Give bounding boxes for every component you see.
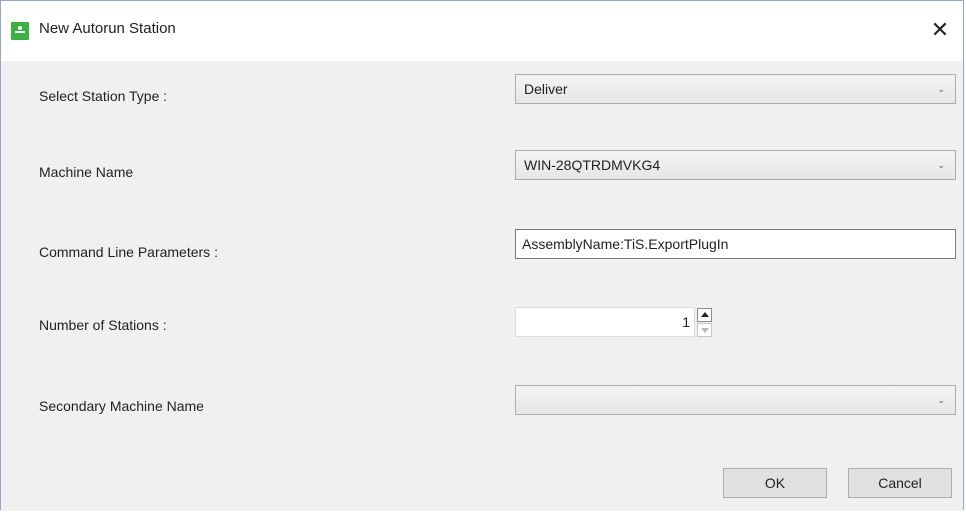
close-button[interactable]: ✕	[925, 15, 955, 45]
num-stations-stepper	[515, 307, 719, 337]
machine-name-value: WIN-28QTRDMVKG4	[524, 157, 661, 173]
title-bar: New Autorun Station ✕	[1, 1, 963, 61]
station-type-label: Select Station Type :	[39, 88, 168, 104]
spin-up-icon[interactable]	[697, 308, 712, 322]
chevron-down-icon: ⌄	[937, 84, 945, 94]
chevron-down-icon: ⌄	[937, 160, 945, 170]
spin-down-icon[interactable]	[697, 323, 712, 337]
num-stations-label: Number of Stations :	[39, 317, 167, 333]
form-body	[1, 61, 963, 511]
new-autorun-station-dialog: New Autorun Station ✕ Select Station Typ…	[0, 0, 964, 511]
window-title: New Autorun Station	[39, 20, 176, 37]
machine-name-label: Machine Name	[39, 164, 134, 180]
app-icon	[11, 22, 29, 40]
station-type-dropdown[interactable]: Deliver ⌄	[515, 74, 956, 104]
station-type-value: Deliver	[524, 81, 568, 97]
command-line-label: Command Line Parameters :	[39, 244, 218, 260]
secondary-machine-label: Secondary Machine Name	[39, 398, 204, 414]
cancel-button[interactable]: Cancel	[848, 468, 952, 498]
secondary-machine-dropdown[interactable]: ⌄	[515, 385, 956, 415]
ok-button[interactable]: OK	[723, 468, 827, 498]
chevron-down-icon: ⌄	[937, 395, 945, 405]
command-line-input[interactable]	[515, 229, 956, 259]
machine-name-dropdown[interactable]: WIN-28QTRDMVKG4 ⌄	[515, 150, 956, 180]
num-stations-input[interactable]	[515, 307, 695, 337]
